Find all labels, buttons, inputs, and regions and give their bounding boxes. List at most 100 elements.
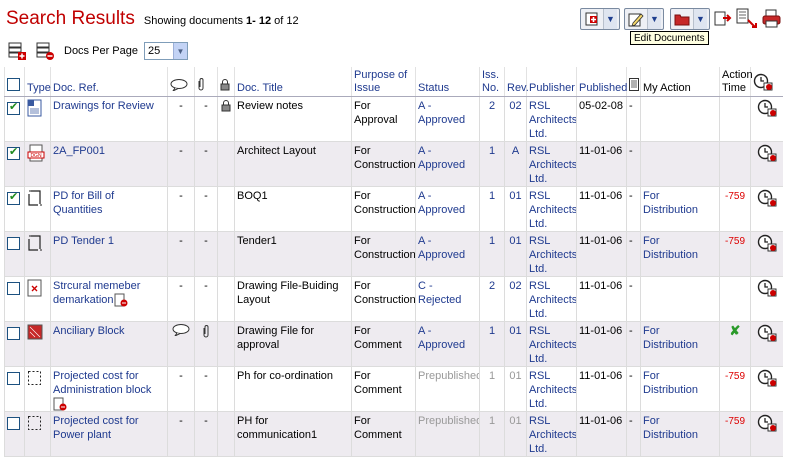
status-value[interactable]: A - Approved — [418, 145, 465, 171]
dgn-file-icon[interactable]: DGN — [27, 144, 45, 162]
action-time-cell: -759 — [719, 411, 751, 457]
table-row[interactable]: Projected cost for Administration block -… — [4, 366, 783, 412]
dashed-frame-icon[interactable] — [27, 369, 43, 387]
publisher-link[interactable]: RSL Architects Ltd. — [529, 145, 577, 185]
my-action-link[interactable]: For Distribution — [643, 190, 698, 216]
drawing-frame-icon[interactable] — [27, 234, 43, 252]
select-all-checkbox[interactable] — [7, 77, 20, 91]
clock-add-icon — [757, 279, 777, 296]
col-purpose[interactable]: Purpose of Issue — [351, 67, 416, 97]
publisher-link[interactable]: RSL Architects Ltd. — [529, 325, 577, 365]
edit-documents-button[interactable]: ▼ — [624, 8, 664, 30]
status-value[interactable]: A - Approved — [418, 190, 465, 216]
doc-title: PH for communication1 — [237, 414, 318, 441]
clock-add-icon[interactable] — [757, 324, 777, 345]
status-value[interactable]: A - Approved — [418, 235, 465, 261]
stack-remove-icon[interactable] — [34, 40, 56, 62]
comment-cell[interactable] — [167, 321, 195, 367]
chevron-down-icon[interactable]: ▼ — [647, 9, 661, 29]
row-checkbox[interactable] — [7, 100, 20, 115]
red-block-icon[interactable] — [27, 324, 43, 342]
status-value[interactable]: A - Approved — [418, 325, 465, 351]
col-rev[interactable]: Rev. — [504, 67, 529, 97]
table-row[interactable]: PD Tender 1 - - Tender1 For Construction A - … — [4, 231, 783, 277]
row-checkbox[interactable] — [7, 236, 20, 250]
my-action-link[interactable]: For Distribution — [643, 235, 698, 261]
print-icon[interactable] — [761, 9, 783, 29]
col-iss-no[interactable]: Iss. No. — [479, 67, 505, 97]
notes-value: - — [629, 279, 633, 292]
table-row[interactable]: PD for Bill of Quantities - - BOQ1 For Const… — [4, 186, 783, 232]
row-checkbox[interactable] — [7, 326, 20, 340]
status-value[interactable]: A - Approved — [418, 100, 465, 126]
publisher-link[interactable]: RSL Architects Ltd. — [529, 190, 577, 230]
chevron-down-icon[interactable]: ▼ — [693, 9, 707, 29]
published-date: 11-01-06 — [579, 369, 623, 382]
row-checkbox[interactable] — [7, 281, 20, 295]
word-doc-icon[interactable] — [27, 99, 43, 117]
col-doc-ref[interactable]: Doc. Ref. — [50, 67, 168, 97]
clock-add-icon[interactable] — [757, 369, 777, 390]
clock-add-icon[interactable] — [753, 73, 773, 91]
col-publisher[interactable]: Publisher — [526, 67, 577, 97]
col-action-time[interactable]: Action Time — [719, 67, 753, 97]
table-row[interactable]: Anciliary Block Drawing File for approval… — [4, 321, 783, 367]
purpose-value: For Comment — [354, 324, 402, 351]
table-row[interactable]: Projected cost for Power plant - - PH for c… — [4, 411, 783, 457]
col-my-action[interactable]: My Action — [640, 67, 720, 97]
doc-ref-link[interactable]: Projected cost for Administration block — [53, 370, 151, 396]
note-remove-icon[interactable] — [53, 397, 67, 411]
publisher-link[interactable]: RSL Architects Ltd. — [529, 370, 577, 410]
purpose-value: For Comment — [354, 414, 402, 441]
my-action-link[interactable]: For Distribution — [643, 325, 698, 351]
chevron-down-icon[interactable]: ▼ — [172, 43, 187, 59]
col-status[interactable]: Status — [415, 67, 480, 97]
attachment-value: - — [204, 414, 208, 427]
note-remove-icon[interactable] — [114, 293, 128, 307]
col-type[interactable]: Type — [24, 67, 51, 97]
my-action-link[interactable]: For Distribution — [643, 415, 698, 441]
publisher-cell: RSL Architects Ltd. — [526, 186, 577, 232]
dashed-frame-icon[interactable] — [27, 414, 43, 432]
publisher-link[interactable]: RSL Architects Ltd. — [529, 100, 577, 140]
col-doc-title[interactable]: Doc. Title — [234, 67, 352, 97]
table-row[interactable]: DGN 2A_FP001 - - Architect Layout For Constru… — [4, 141, 783, 187]
doc-ref-link[interactable]: Drawings for Review — [53, 100, 154, 112]
published-cell: 11-01-06 — [576, 276, 627, 322]
drawing-frame-icon[interactable] — [27, 189, 43, 207]
chevron-down-icon[interactable]: ▼ — [603, 9, 617, 29]
clock-add-icon[interactable] — [757, 234, 777, 255]
docs-per-page-select[interactable]: 25 ▼ — [143, 42, 188, 60]
publisher-link[interactable]: RSL Architects Ltd. — [529, 235, 577, 275]
clock-add-icon[interactable] — [757, 144, 777, 165]
status-value[interactable]: C - Rejected — [418, 280, 461, 306]
row-checkbox[interactable] — [7, 416, 20, 430]
action-time-value: -759 — [724, 415, 745, 427]
clock-add-icon[interactable] — [757, 189, 777, 210]
row-checkbox[interactable] — [7, 145, 20, 160]
clock-add-icon[interactable] — [757, 414, 777, 435]
export-icon[interactable] — [713, 9, 733, 29]
clock-add-icon[interactable] — [757, 99, 777, 120]
doc-ref-link[interactable]: Projected cost for Power plant — [53, 415, 139, 441]
attachment-cell[interactable] — [194, 321, 218, 367]
col-published[interactable]: Published — [576, 67, 627, 97]
table-row[interactable]: Drawings for Review - - Review notes For App… — [4, 96, 783, 142]
publisher-link[interactable]: RSL Architects Ltd. — [529, 415, 577, 455]
report-icon[interactable] — [735, 8, 759, 32]
my-action-link[interactable]: For Distribution — [643, 370, 698, 396]
doc-ref-link[interactable]: Anciliary Block — [53, 325, 125, 337]
row-checkbox[interactable] — [7, 190, 20, 205]
broken-file-icon[interactable] — [27, 279, 43, 297]
doc-ref-link[interactable]: 2A_FP001 — [53, 145, 105, 157]
folder-button[interactable]: ▼ — [670, 8, 710, 30]
new-document-button[interactable]: ▼ — [580, 8, 620, 30]
doc-ref-link[interactable]: PD Tender 1 — [53, 235, 114, 247]
row-checkbox[interactable] — [7, 371, 20, 385]
doc-ref-link[interactable]: PD for Bill of Quantities — [53, 190, 114, 216]
publisher-link[interactable]: RSL Architects Ltd. — [529, 280, 577, 320]
clock-add-icon[interactable] — [757, 279, 777, 300]
table-row[interactable]: Strcural memeber demarkation - - Drawing Fi… — [4, 276, 783, 322]
iss-cell: 2 — [479, 276, 505, 322]
stack-add-icon[interactable] — [6, 40, 28, 62]
